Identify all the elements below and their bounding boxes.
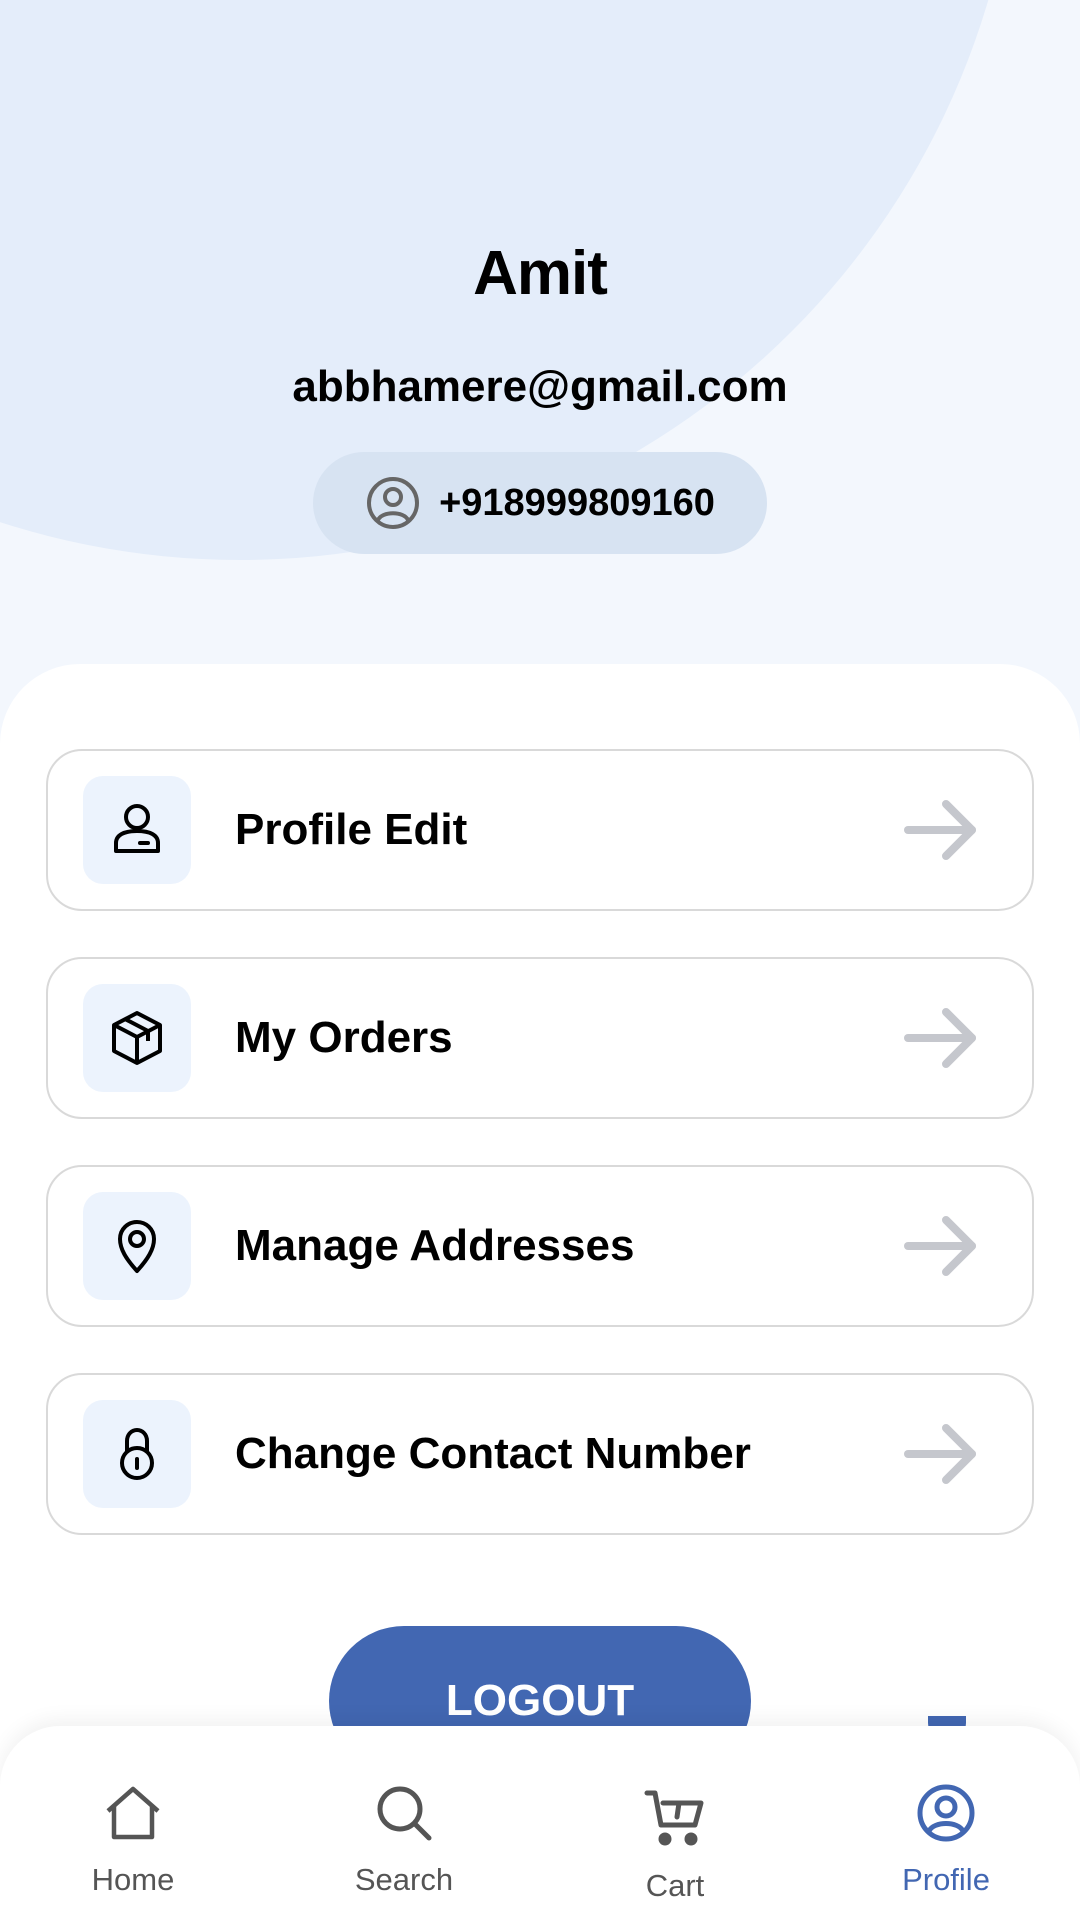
menu-item-my-orders[interactable]: My Orders (46, 957, 1034, 1119)
cart-icon (640, 1784, 710, 1854)
arrow-right-icon (902, 1422, 980, 1486)
nav-label: Cart (645, 1868, 705, 1903)
location-pin-icon (83, 1192, 191, 1300)
menu-item-label: Manage Addresses (235, 1221, 635, 1270)
nav-item-home[interactable]: Home (33, 1726, 233, 1920)
profile-header: Amit abbhamere@gmail.com +918999809160 (0, 0, 1080, 640)
user-name: Amit (473, 239, 608, 308)
menu-item-profile-edit[interactable]: Profile Edit (46, 749, 1034, 911)
lock-icon (83, 1400, 191, 1508)
phone-number: +918999809160 (439, 481, 715, 524)
nav-label: Profile (902, 1862, 990, 1897)
user-email: abbhamere@gmail.com (292, 362, 788, 411)
nav-label: Search (354, 1862, 454, 1897)
arrow-right-icon (902, 1214, 980, 1278)
user-circle-icon (365, 475, 421, 531)
menu-item-change-contact-number[interactable]: Change Contact Number (46, 1373, 1034, 1535)
menu-item-manage-addresses[interactable]: Manage Addresses (46, 1165, 1034, 1327)
nav-label: Home (91, 1862, 175, 1897)
nav-item-search[interactable]: Search (304, 1726, 504, 1920)
nav-item-profile[interactable]: Profile (846, 1726, 1046, 1920)
home-icon (98, 1778, 168, 1848)
menu-item-label: Change Contact Number (235, 1429, 751, 1478)
menu-item-label: Profile Edit (235, 805, 468, 854)
arrow-right-icon (902, 1006, 980, 1070)
arrow-right-icon (902, 798, 980, 862)
bottom-nav: Home Search Cart Profile (0, 1726, 1080, 1920)
menu-item-label: My Orders (235, 1013, 453, 1062)
box-icon (83, 984, 191, 1092)
profile-icon (911, 1778, 981, 1848)
nav-item-cart[interactable]: Cart (575, 1726, 775, 1920)
profile-screen: Amit abbhamere@gmail.com +918999809160 P… (0, 0, 1080, 1920)
user-icon (83, 776, 191, 884)
phone-badge: +918999809160 (313, 452, 767, 554)
search-icon (369, 1778, 439, 1848)
